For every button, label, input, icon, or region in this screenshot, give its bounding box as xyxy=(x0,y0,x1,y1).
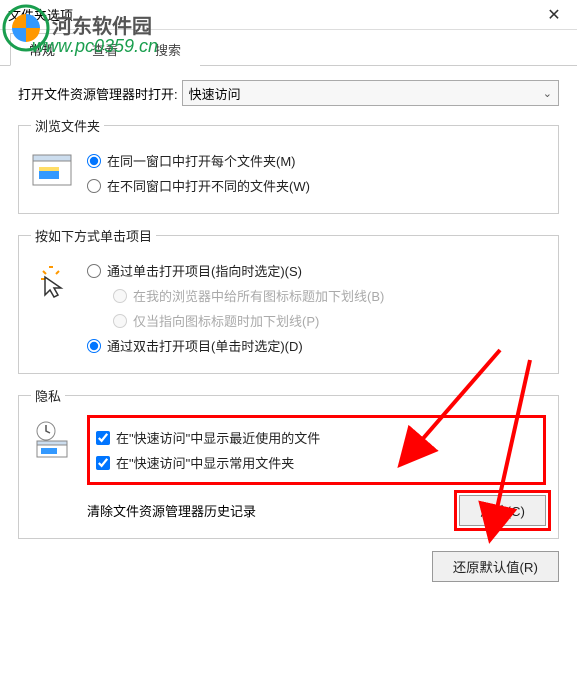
radio-single-click-label: 通过单击打开项目(指向时选定)(S) xyxy=(107,261,302,280)
titlebar: 文件夹选项 ✕ xyxy=(0,0,577,30)
check-recent-files[interactable]: 在"快速访问"中显示最近使用的文件 xyxy=(96,428,537,447)
radio-double-click[interactable]: 通过双击打开项目(单击时选定)(D) xyxy=(87,336,546,355)
radio-diff-window[interactable]: 在不同窗口中打开不同的文件夹(W) xyxy=(87,176,546,195)
clear-history-label: 清除文件资源管理器历史记录 xyxy=(87,501,256,520)
browse-folders-legend: 浏览文件夹 xyxy=(31,116,104,135)
radio-same-window[interactable]: 在同一窗口中打开每个文件夹(M) xyxy=(87,151,546,170)
clear-history-row: 清除文件资源管理器历史记录 清除(C) xyxy=(87,495,546,526)
tab-general[interactable]: 常规 xyxy=(10,33,74,66)
radio-underline-all-input xyxy=(113,289,127,303)
open-explorer-label: 打开文件资源管理器时打开: xyxy=(18,84,178,103)
radio-underline-hover: 仅当指向图标标题时加下划线(P) xyxy=(113,311,546,330)
select-value: 快速访问 xyxy=(189,84,241,103)
check-frequent-folders-input[interactable] xyxy=(96,456,110,470)
check-frequent-folders[interactable]: 在"快速访问"中显示常用文件夹 xyxy=(96,453,537,472)
restore-defaults-button[interactable]: 还原默认值(R) xyxy=(432,551,559,582)
click-items-group: 按如下方式单击项目 通过单击打开项目(指向时选定)(S) 在我的浏览器中给所有图… xyxy=(18,226,559,374)
close-button[interactable]: ✕ xyxy=(531,0,577,30)
radio-single-click[interactable]: 通过单击打开项目(指向时选定)(S) xyxy=(87,261,546,280)
radio-double-click-input[interactable] xyxy=(87,339,101,353)
cursor-click-icon xyxy=(31,259,73,301)
tab-view[interactable]: 查看 xyxy=(73,33,137,66)
radio-underline-all-label: 在我的浏览器中给所有图标标题加下划线(B) xyxy=(133,286,384,305)
check-recent-files-label: 在"快速访问"中显示最近使用的文件 xyxy=(116,428,320,447)
radio-diff-window-label: 在不同窗口中打开不同的文件夹(W) xyxy=(107,176,310,195)
content-area: 打开文件资源管理器时打开: 快速访问 ⌄ 浏览文件夹 在同一窗口中打开每个文件夹… xyxy=(0,66,577,596)
radio-single-click-input[interactable] xyxy=(87,264,101,278)
folder-window-icon xyxy=(31,149,73,191)
highlight-checkboxes: 在"快速访问"中显示最近使用的文件 在"快速访问"中显示常用文件夹 xyxy=(87,415,546,485)
radio-double-click-label: 通过双击打开项目(单击时选定)(D) xyxy=(107,336,303,355)
chevron-down-icon: ⌄ xyxy=(543,87,552,100)
open-explorer-row: 打开文件资源管理器时打开: 快速访问 ⌄ xyxy=(18,80,559,106)
radio-same-window-input[interactable] xyxy=(87,154,101,168)
radio-underline-all: 在我的浏览器中给所有图标标题加下划线(B) xyxy=(113,286,546,305)
radio-underline-hover-label: 仅当指向图标标题时加下划线(P) xyxy=(133,311,319,330)
click-items-legend: 按如下方式单击项目 xyxy=(31,226,156,245)
radio-diff-window-input[interactable] xyxy=(87,179,101,193)
check-recent-files-input[interactable] xyxy=(96,431,110,445)
tab-search[interactable]: 搜索 xyxy=(136,33,200,66)
privacy-group: 隐私 在"快速访问"中显示最近使用的文件 xyxy=(18,386,559,539)
clear-button[interactable]: 清除(C) xyxy=(459,495,546,526)
check-frequent-folders-label: 在"快速访问"中显示常用文件夹 xyxy=(116,453,294,472)
radio-underline-hover-input xyxy=(113,314,127,328)
open-explorer-select[interactable]: 快速访问 ⌄ xyxy=(182,80,559,106)
privacy-clock-icon xyxy=(31,419,73,461)
browse-folders-group: 浏览文件夹 在同一窗口中打开每个文件夹(M) 在不同窗口中打开不同的文件夹(W) xyxy=(18,116,559,214)
tabs-bar: 常规 查看 搜索 xyxy=(0,32,577,66)
privacy-legend: 隐私 xyxy=(31,386,65,405)
radio-same-window-label: 在同一窗口中打开每个文件夹(M) xyxy=(107,151,296,170)
window-title: 文件夹选项 xyxy=(8,5,73,24)
footer-row: 还原默认值(R) xyxy=(18,551,559,582)
